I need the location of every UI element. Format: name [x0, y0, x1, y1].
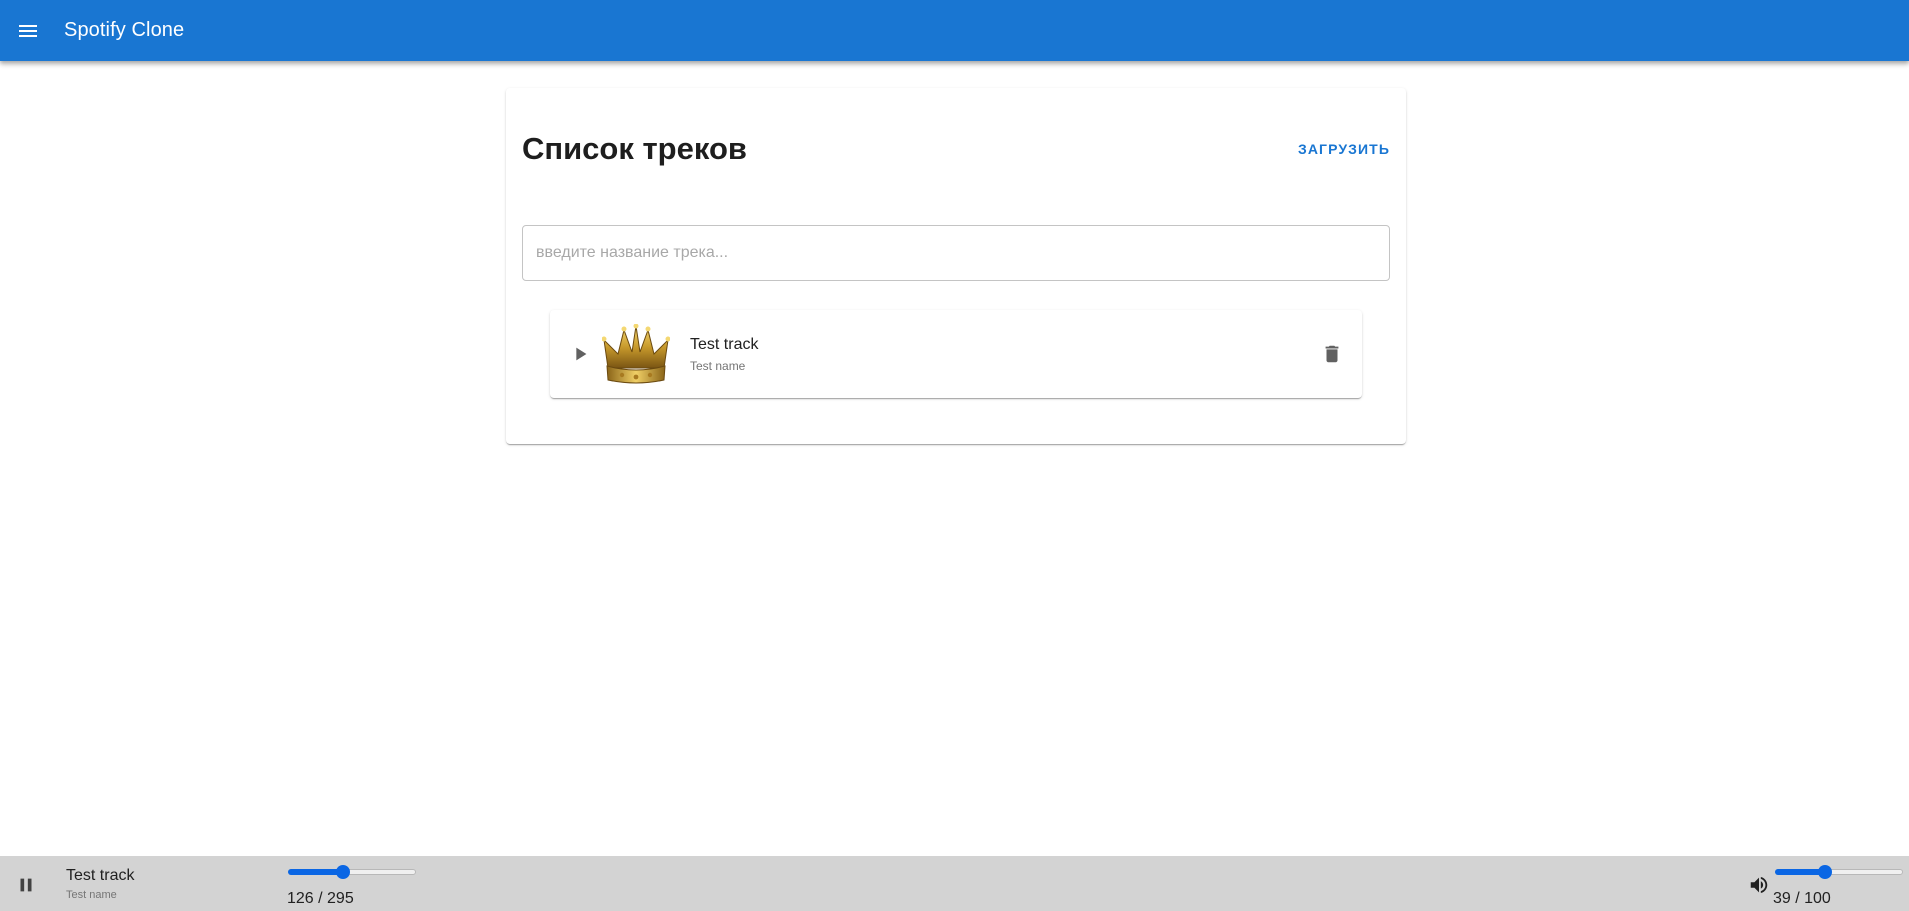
pause-icon[interactable]: [14, 873, 38, 897]
track-info: Test track Test name: [690, 336, 758, 373]
volume-up-icon[interactable]: [1748, 874, 1770, 896]
volume-readout: 39 / 100: [1773, 890, 1831, 907]
play-icon[interactable]: [568, 342, 592, 366]
player-track-title: Test track: [66, 867, 135, 884]
track-item[interactable]: Test track Test name: [550, 310, 1362, 398]
player-track-artist: Test name: [66, 889, 117, 901]
volume-slider-thumb[interactable]: [1817, 865, 1832, 879]
search-field[interactable]: [522, 225, 1390, 281]
upload-button[interactable]: Загрузить: [1290, 135, 1398, 163]
page-title: Список треков: [522, 131, 747, 166]
app-bar: Spotify Clone: [0, 0, 1909, 61]
progress-slider-thumb[interactable]: [335, 865, 350, 879]
menu-icon[interactable]: [4, 7, 52, 55]
trash-icon[interactable]: [1320, 342, 1344, 366]
progress-slider-fill: [288, 869, 343, 875]
card-header: Список треков Загрузить: [522, 128, 1390, 170]
search-input[interactable]: [536, 244, 1376, 262]
app-title: Spotify Clone: [64, 19, 185, 41]
track-title: Test track: [690, 336, 759, 353]
tracks-card: Список треков Загрузить: [506, 88, 1406, 444]
player-track-info: Test track Test name: [66, 867, 134, 901]
track-artist: Test name: [690, 359, 746, 373]
volume-slider[interactable]: [1775, 864, 1903, 880]
progress-slider[interactable]: [288, 864, 416, 880]
crown-icon: [602, 324, 670, 384]
progress-readout: 126 / 295: [287, 890, 354, 907]
